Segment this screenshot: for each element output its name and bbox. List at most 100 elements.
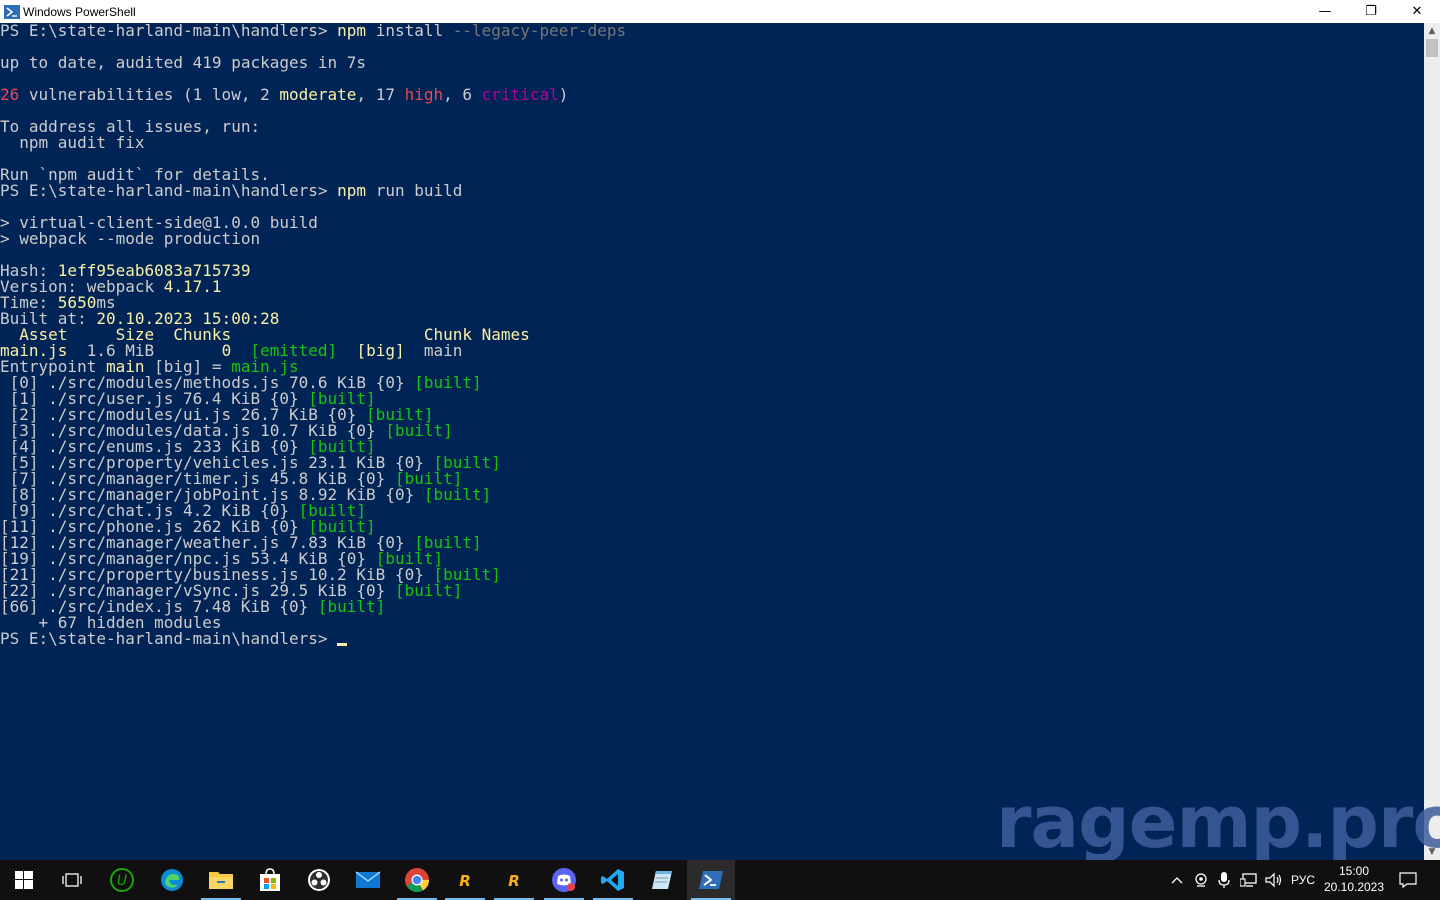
window-title: Windows PowerShell [23, 4, 136, 19]
console-text: 4.17.1 [163, 277, 222, 296]
console-line: PS E:\state-harland-main\handlers> npm i… [0, 23, 626, 39]
rockstar-icon: R [453, 868, 477, 892]
console-text: PS E:\state-harland-main\handlers> [0, 181, 338, 200]
console-text: 26 [0, 85, 20, 104]
scroll-up-arrow-icon[interactable]: ▲ [1424, 23, 1440, 39]
watermark: ragemp.pro [996, 780, 1440, 864]
taskbar-clock[interactable]: 15:00 20.10.2023 [1318, 860, 1390, 900]
taskbar-app-powershell[interactable] [687, 860, 735, 900]
notepad-icon [652, 871, 672, 889]
minimize-button[interactable]: — [1302, 0, 1348, 23]
minimize-icon: — [1318, 4, 1332, 19]
chevron-up-icon [1171, 877, 1183, 884]
console-text: up to date, audited 419 packages in 7s [0, 53, 367, 72]
taskbar-app-edge[interactable] [148, 860, 196, 900]
console-text: install [366, 23, 453, 40]
restore-icon: ❐ [1365, 4, 1377, 19]
svg-text:R: R [459, 872, 471, 890]
taskbar-app-vscode[interactable] [589, 860, 637, 900]
scrollbar-thumb[interactable] [1426, 39, 1438, 57]
console-line: PS E:\state-harland-main\handlers> [0, 629, 348, 648]
console-text: [built] [317, 597, 386, 616]
windows-logo-icon [15, 871, 33, 889]
console-text: vulnerabilities (1 [19, 85, 212, 104]
tray-network[interactable] [1237, 860, 1261, 900]
close-icon: ✕ [1411, 4, 1423, 19]
vscode-icon [601, 869, 624, 891]
console-text: npm [337, 23, 367, 40]
microphone-icon [1218, 872, 1230, 888]
console-line: > webpack --mode production [0, 231, 260, 247]
taskbar-app-upwork[interactable]: U [98, 860, 146, 900]
title-bar: Windows PowerShell — ❐ ✕ [0, 0, 1440, 23]
console-text: [built] [414, 373, 482, 392]
console-text: high [404, 85, 444, 104]
close-button[interactable]: ✕ [1394, 0, 1440, 23]
console-line: npm audit fix [0, 133, 145, 152]
console-text: , 6 [443, 85, 482, 104]
console-text: critical [481, 85, 559, 104]
task-view-button[interactable] [48, 860, 96, 900]
speaker-icon [1265, 872, 1282, 888]
discord-icon [552, 868, 576, 892]
rockstar-icon: R [502, 868, 526, 892]
text-cursor [337, 643, 348, 646]
taskbar-app-rockstar-2[interactable]: R [490, 860, 538, 900]
mail-icon [355, 871, 381, 888]
console-text: low [211, 85, 241, 104]
edge-icon [161, 869, 183, 891]
vertical-scrollbar[interactable]: ▲ ▼ [1424, 23, 1440, 860]
console-line: 26 vulnerabilities (1 low, 2 moderate, 1… [0, 87, 568, 103]
console-text: , 17 [356, 85, 405, 104]
upwork-icon: U [110, 868, 134, 892]
console-text: npm [337, 181, 367, 200]
console-text: PS E:\state-harland-main\handlers> [0, 629, 338, 648]
console-text: > webpack --mode production [0, 229, 261, 248]
console-text: moderate [279, 85, 357, 104]
console-text: PS E:\state-harland-main\handlers> [0, 23, 338, 40]
taskbar: U R R РУС 15:00 20.10.2023 [0, 860, 1440, 900]
console-text: main [404, 341, 463, 360]
taskbar-app-mail[interactable] [344, 860, 392, 900]
console-text: run build [366, 181, 463, 200]
notification-icon [1399, 872, 1417, 888]
console-text: [big] [356, 341, 405, 360]
console-text: [built] [423, 485, 492, 504]
console-text: [built] [394, 581, 463, 600]
maximize-button[interactable]: ❐ [1348, 0, 1394, 23]
console-output[interactable]: PS E:\state-harland-main\handlers> npm i… [0, 23, 1424, 860]
show-hidden-icons-button[interactable] [1166, 860, 1188, 900]
svg-text:U: U [117, 873, 127, 889]
start-button[interactable] [0, 860, 48, 900]
console-text: npm audit fix [0, 133, 145, 152]
folder-icon [209, 872, 233, 889]
svg-text:R: R [508, 872, 520, 890]
action-center-button[interactable] [1394, 860, 1422, 900]
taskbar-app-notepad[interactable] [638, 860, 686, 900]
taskbar-app-rockstar-1[interactable]: R [441, 860, 489, 900]
store-icon [260, 868, 280, 891]
console-text: ) [558, 85, 569, 104]
tray-volume[interactable] [1262, 860, 1286, 900]
taskbar-app-explorer[interactable] [197, 860, 245, 900]
console-text: , 2 [240, 85, 280, 104]
taskbar-app-obs[interactable] [295, 860, 343, 900]
taskbar-app-discord[interactable] [540, 860, 588, 900]
console-text: --legacy-peer-deps [452, 23, 627, 40]
powershell-icon [4, 4, 20, 19]
tray-meet-now[interactable] [1190, 860, 1212, 900]
obs-icon [308, 869, 330, 891]
console-line: PS E:\state-harland-main\handlers> npm r… [0, 183, 462, 199]
webcam-icon [1195, 873, 1207, 887]
chrome-icon [405, 868, 429, 893]
language-indicator[interactable]: РУС [1290, 860, 1316, 900]
taskbar-app-chrome[interactable] [393, 860, 441, 900]
task-view-icon [62, 873, 82, 887]
tray-microphone[interactable] [1213, 860, 1235, 900]
console-text: [built] [385, 421, 453, 440]
clock-date: 20.10.2023 [1323, 880, 1385, 894]
taskbar-app-store[interactable] [246, 860, 294, 900]
powershell-icon [699, 871, 723, 889]
network-icon [1240, 873, 1257, 887]
